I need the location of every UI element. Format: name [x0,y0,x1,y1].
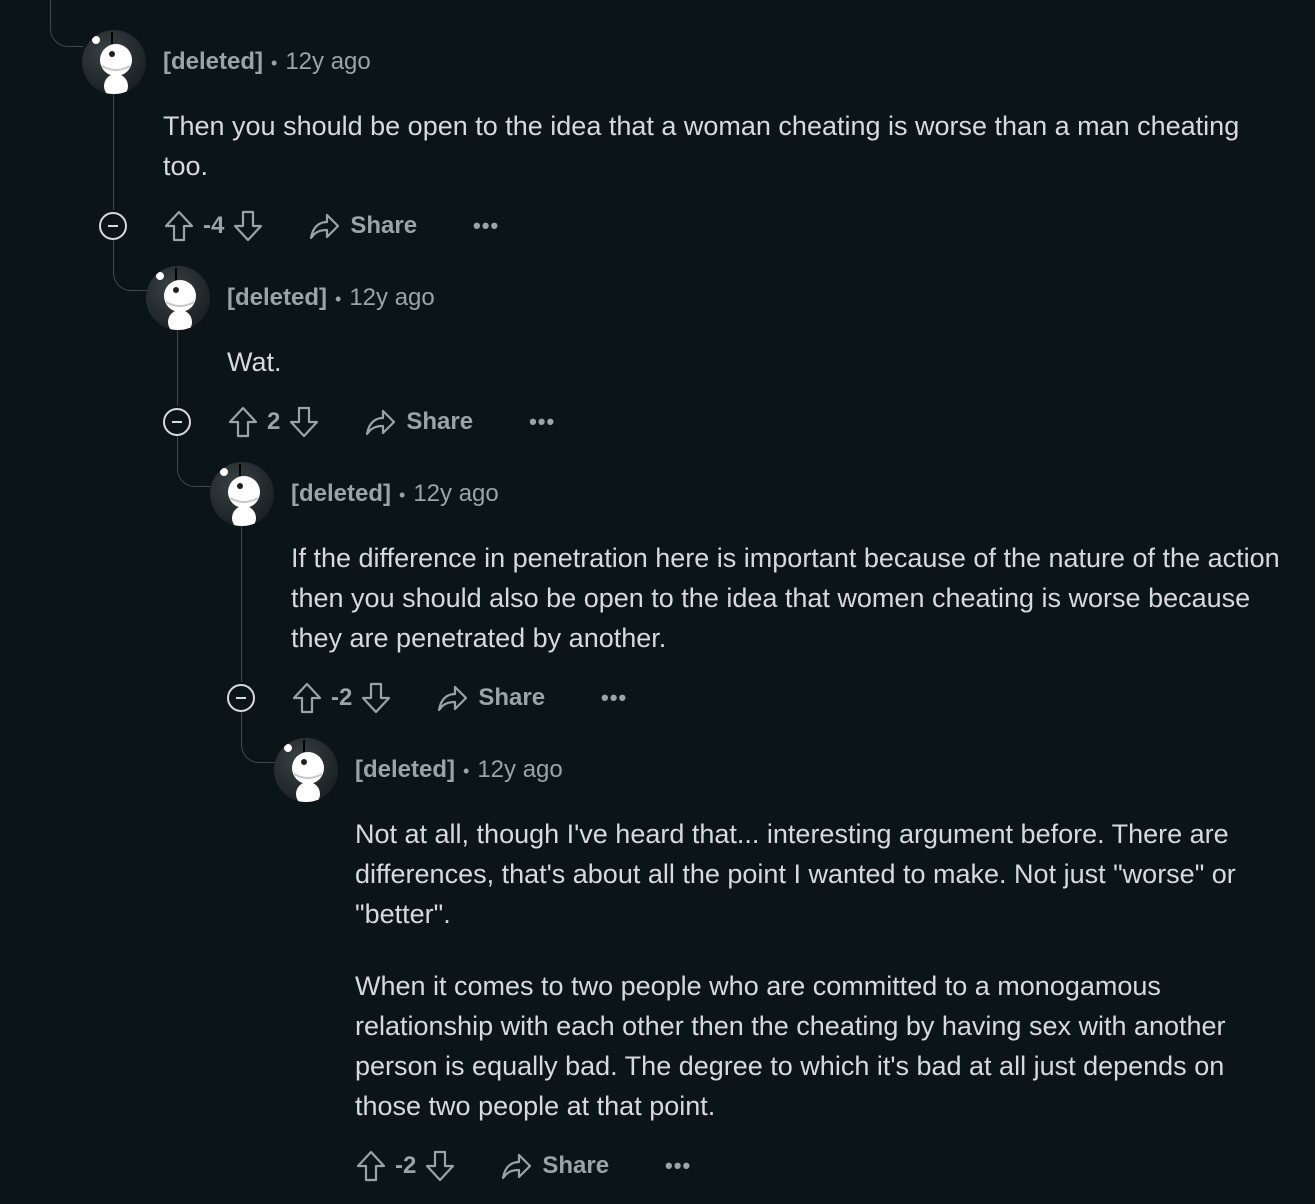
timestamp[interactable]: 12y ago [349,284,434,311]
vote-group: -4 [163,209,264,243]
upvote-icon[interactable] [227,405,259,439]
comment-body: Wat. [227,342,1277,382]
share-button[interactable]: Share [364,407,473,437]
downvote-icon[interactable] [424,1149,456,1183]
avatar[interactable] [274,738,338,802]
comment-actions: -2 Share ••• [355,1146,691,1186]
share-icon [502,1153,532,1180]
thread-connector [177,436,212,487]
score: -4 [203,212,225,239]
comment-meta: [deleted] • 12y ago [291,479,499,510]
share-label: Share [542,1152,610,1179]
comment-body: Not at all, though I've heard that... in… [355,814,1285,1126]
author-name[interactable]: [deleted] [163,48,263,75]
comment-meta: [deleted] • 12y ago [227,283,435,314]
comment-meta: [deleted] • 12y ago [355,755,563,786]
collapse-icon[interactable] [99,212,127,240]
avatar[interactable] [146,266,210,330]
comment-paragraph: When it comes to two people who are comm… [355,971,1226,1121]
upvote-icon[interactable] [163,209,195,243]
comment-paragraph: Wat. [227,347,282,377]
more-options-button[interactable]: ••• [473,215,499,237]
comment-actions: -2 Share ••• [291,678,627,718]
avatar-snoo-icon [156,268,196,330]
author-name[interactable]: [deleted] [291,480,391,507]
share-icon [366,409,396,436]
avatar-snoo-icon [92,32,132,94]
meta-separator: • [271,53,278,73]
comment-actions: -4 Share ••• [163,206,499,246]
more-options-button[interactable]: ••• [665,1155,691,1177]
avatar[interactable] [82,30,146,94]
share-label: Share [350,212,418,239]
share-icon [438,685,468,712]
downvote-icon[interactable] [360,681,392,715]
collapse-icon[interactable] [163,408,191,436]
avatar[interactable] [210,462,274,526]
score: -2 [331,684,353,711]
thread-connector [113,240,148,291]
previous-actions-partial [230,0,430,6]
share-button[interactable]: Share [308,211,417,241]
timestamp[interactable]: 12y ago [285,48,370,75]
score: -2 [395,1152,417,1179]
share-button[interactable]: Share [436,683,545,713]
meta-separator: • [335,289,342,309]
share-button[interactable]: Share [500,1151,609,1181]
thread-line[interactable] [113,94,114,210]
comment-paragraph: Not at all, though I've heard that... in… [355,819,1236,929]
comment-body: Then you should be open to the idea that… [163,106,1273,186]
timestamp[interactable]: 12y ago [413,480,498,507]
collapse-icon[interactable] [227,684,255,712]
author-name[interactable]: [deleted] [227,284,327,311]
comment-body: If the difference in penetration here is… [291,538,1291,658]
vote-group: -2 [355,1149,456,1183]
upvote-icon[interactable] [355,1149,387,1183]
comment-paragraph: If the difference in penetration here is… [291,543,1280,653]
comment-paragraph: Then you should be open to the idea that… [163,111,1240,181]
thread-connector [50,0,83,47]
vote-group: 2 [227,405,320,439]
meta-separator: • [399,485,406,505]
more-options-button[interactable]: ••• [601,687,627,709]
thread-connector [241,712,276,763]
thread-line[interactable] [177,330,178,406]
comment-meta: [deleted] • 12y ago [163,47,371,78]
share-label: Share [406,408,474,435]
score: 2 [267,408,281,435]
share-icon [310,213,340,240]
downvote-icon[interactable] [288,405,320,439]
downvote-icon[interactable] [232,209,264,243]
avatar-snoo-icon [220,464,260,526]
vote-group: -2 [291,681,392,715]
meta-separator: • [463,761,470,781]
author-name[interactable]: [deleted] [355,756,455,783]
share-label: Share [478,684,546,711]
upvote-icon[interactable] [291,681,323,715]
comment-actions: 2 Share ••• [227,402,555,442]
timestamp[interactable]: 12y ago [477,756,562,783]
avatar-snoo-icon [284,740,324,802]
more-options-button[interactable]: ••• [529,411,555,433]
thread-line[interactable] [241,526,242,682]
